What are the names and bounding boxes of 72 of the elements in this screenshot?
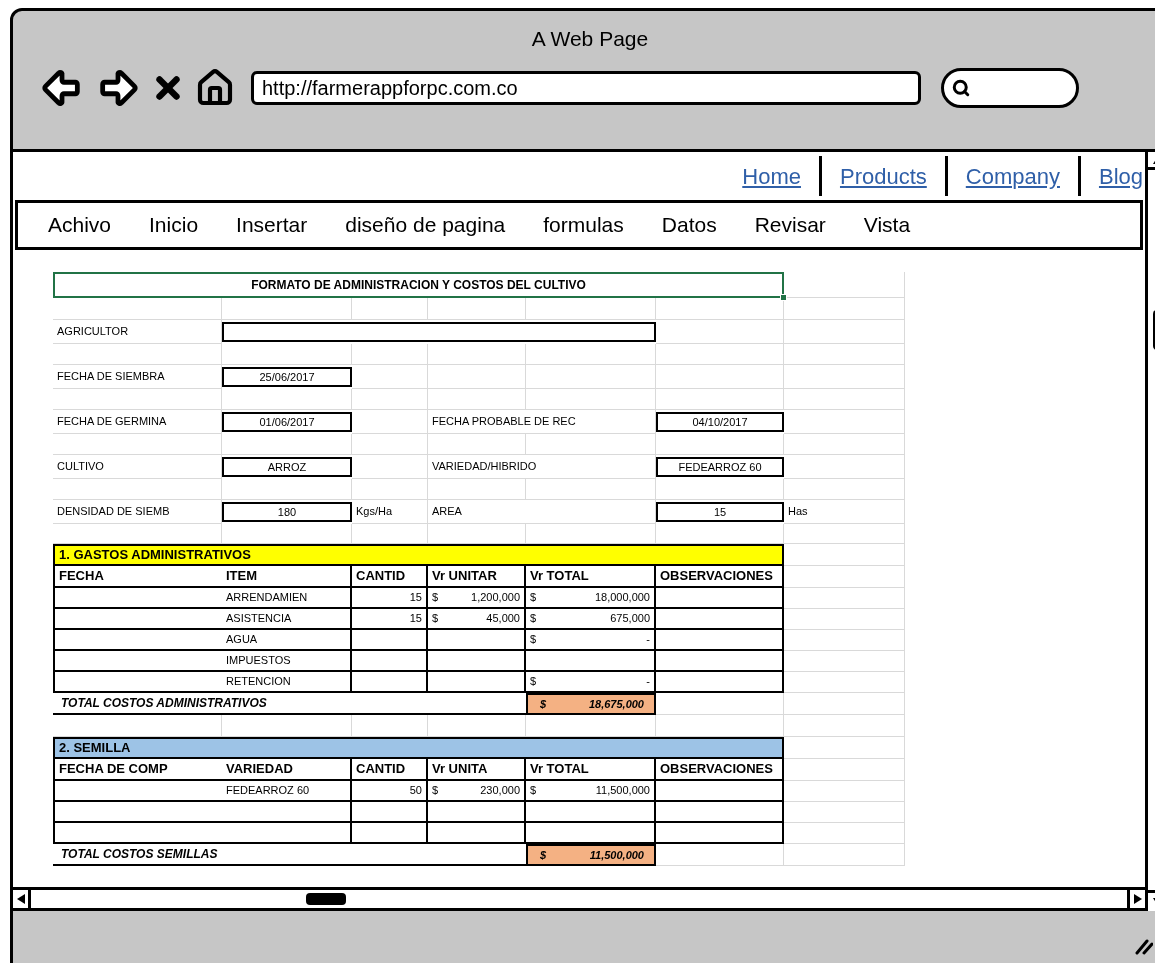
nav-link[interactable]: Blog <box>1098 159 1143 193</box>
column-header: Vr TOTAL <box>526 566 656 588</box>
field-label: FECHA PROBABLE DE REC <box>428 410 656 434</box>
field-label: DENSIDAD DE SIEMB <box>53 500 222 524</box>
horizontal-scrollbar[interactable] <box>13 887 1145 911</box>
menu-item[interactable]: Inicio <box>149 209 199 241</box>
menu-item[interactable]: Insertar <box>236 209 308 241</box>
total-cell: $ 18,675,000 <box>526 693 656 715</box>
value-cell: ARROZ <box>222 457 352 477</box>
field-label: CULTIVO <box>53 455 222 479</box>
home-icon[interactable] <box>195 67 235 108</box>
nav-link[interactable]: Company <box>965 159 1060 193</box>
table-cell: 15 <box>352 588 428 609</box>
field-label: Kgs/Ha <box>352 500 428 524</box>
column-header: Vr UNITAR <box>428 566 526 588</box>
value-cell: FEDEARROZ 60 <box>656 457 784 477</box>
column-header: FECHA <box>53 566 222 588</box>
table-cell: ARRENDAMIEN <box>222 588 352 609</box>
table-cell: $ 11,500,000 <box>526 781 656 802</box>
column-header: Vr TOTAL <box>526 759 656 781</box>
field-label: FECHA DE GERMINA <box>53 410 222 434</box>
nav-link[interactable]: Products <box>839 159 927 193</box>
menu-item[interactable]: Revisar <box>754 209 826 241</box>
field-label: Has <box>784 500 905 524</box>
menu-item[interactable]: Achivo <box>48 209 112 241</box>
fill-handle[interactable] <box>780 294 787 301</box>
value-cell: 180 <box>222 502 352 522</box>
search-field[interactable] <box>941 67 1079 108</box>
value-cell: 25/06/2017 <box>222 367 352 387</box>
column-header: CANTID <box>352 566 428 588</box>
menu-item[interactable]: formulas <box>543 209 624 241</box>
value-cell: 15 <box>656 502 784 522</box>
menu-item[interactable]: Datos <box>661 209 717 241</box>
table-cell: IMPUESTOS <box>222 651 352 672</box>
column-header: FECHA DE COMP <box>53 759 222 781</box>
url-field[interactable]: http://farmerappforpc.com.co <box>251 70 921 105</box>
table-cell: $ - <box>526 630 656 651</box>
total-label: TOTAL COSTOS ADMINISTRATIVOS <box>53 693 428 715</box>
value-cell: 01/06/2017 <box>222 412 352 432</box>
column-header: ITEM <box>222 566 352 588</box>
column-header: OBSERVACIONES <box>656 566 784 588</box>
section-header-bar: 2. SEMILLA <box>53 737 784 759</box>
field-label: VARIEDAD/HIBRIDO <box>428 455 656 479</box>
table-cell: 15 <box>352 609 428 630</box>
table-cell: $ 18,000,000 <box>526 588 656 609</box>
field-label: FECHA DE SIEMBRA <box>53 365 222 389</box>
total-label: TOTAL COSTOS SEMILLAS <box>53 844 428 866</box>
menu-item[interactable]: diseño de pagina <box>345 209 506 241</box>
column-header: CANTID <box>352 759 428 781</box>
field-label: AGRICULTOR <box>53 320 222 344</box>
menu-item[interactable]: Vista <box>863 209 911 241</box>
window-title: A Web Page <box>531 26 649 52</box>
total-cell: $ 11,500,000 <box>526 844 656 866</box>
search-icon <box>952 78 970 97</box>
table-cell: ASISTENCIA <box>222 609 352 630</box>
field-label: AREA <box>428 500 656 524</box>
table-cell: $ 230,000 <box>428 781 526 802</box>
nav-link[interactable]: Home <box>742 159 801 193</box>
table-cell: AGUA <box>222 630 352 651</box>
table-cell: $ 1,200,000 <box>428 588 526 609</box>
table-cell: 50 <box>352 781 428 802</box>
table-cell: $ 675,000 <box>526 609 656 630</box>
column-header: Vr UNITA <box>428 759 526 781</box>
value-cell: 04/10/2017 <box>656 412 784 432</box>
column-header: OBSERVACIONES <box>656 759 784 781</box>
sheet-title-cell[interactable]: FORMATO DE ADMINISTRACION Y COSTOS DEL CULTIVO <box>53 272 784 298</box>
column-header: VARIEDAD <box>222 759 352 781</box>
scroll-thumb[interactable] <box>306 893 346 905</box>
table-cell: $ 45,000 <box>428 609 526 630</box>
section-header-bar: 1. GASTOS ADMINISTRATIVOS <box>53 544 784 566</box>
table-cell: FEDEARROZ 60 <box>222 781 352 802</box>
table-cell: RETENCION <box>222 672 352 693</box>
